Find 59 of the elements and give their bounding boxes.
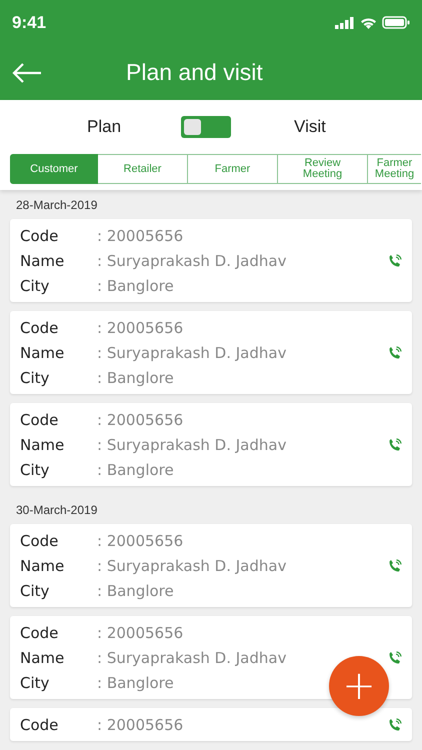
field-label: City [20,460,50,478]
phone-button[interactable] [388,718,402,732]
field-value: : 20005656 [97,716,184,734]
field-label: Code [20,410,60,428]
field-value: : Banglore [97,368,174,386]
field-label: Code [20,318,60,336]
field-label: Name [20,648,66,666]
field-label: City [20,674,50,692]
date-heading: 28-March-2019 [15,197,98,214]
screen-title: Plan and visit [126,59,263,86]
battery-icon [382,16,410,29]
category-tab[interactable]: Retailer [98,154,188,184]
field-label: City [20,368,50,386]
contact-card[interactable]: Code : 20005656 Name : Suryaprakash D. Jadhav City : Banglore [10,403,412,486]
date-heading: 30-March-2019 [15,502,98,519]
plan-label: Plan [87,117,122,137]
field-value: : 20005656 [97,624,184,642]
contact-card[interactable]: Code : 20005656 [10,708,412,741]
field-value: : 20005656 [97,410,184,428]
field-value: : Banglore [97,460,174,478]
field-value: : Banglore [97,276,174,294]
field-value: : Suryaprakash D. Jadhav [97,252,286,270]
phone-button[interactable] [388,558,402,572]
phone-button[interactable] [388,438,402,452]
phone-button[interactable] [388,254,402,268]
back-button[interactable] [12,62,42,82]
visit-label: Visit [294,117,326,137]
field-label: Name [20,344,66,362]
contact-card[interactable]: Code : 20005656 Name : Suryaprakash D. Jadhav City : Banglore [10,219,412,302]
field-label: Name [20,436,66,454]
contact-card[interactable]: Code : 20005656 Name : Suryaprakash D. Jadhav City : Banglore [10,311,412,394]
field-value: : Suryaprakash D. Jadhav [97,556,286,574]
phone-button[interactable] [388,346,402,360]
field-value: : Suryaprakash D. Jadhav [97,648,286,666]
category-tab[interactable]: Farmer [188,154,278,184]
field-value: : 20005656 [97,318,184,336]
wifi-icon [360,16,377,28]
signal-icon [335,16,355,28]
field-label: Code [20,716,60,734]
field-label: Code [20,624,60,642]
plan-visit-switch[interactable] [181,116,232,138]
field-label: Name [20,252,66,270]
contact-card[interactable]: Code : 20005656 Name : Suryaprakash D. Jadhav City : Banglore [10,524,412,607]
field-value: : Banglore [97,582,174,600]
category-tab[interactable]: Review Meeting [278,154,368,184]
field-label: Code [20,226,60,244]
field-label: City [20,276,50,294]
phone-button[interactable] [388,650,402,664]
field-value: : Suryaprakash D. Jadhav [97,436,286,454]
field-label: Name [20,556,66,574]
field-value: : 20005656 [97,226,184,244]
category-tab[interactable]: Customer [10,154,98,184]
category-tab[interactable]: Farmer Meeting [368,154,421,184]
field-value: : Suryaprakash D. Jadhav [97,344,286,362]
status-time: 9:41 [12,12,46,32]
field-value: : 20005656 [97,532,184,550]
field-value: : Banglore [97,674,174,692]
field-label: Code [20,532,60,550]
field-label: City [20,582,50,600]
